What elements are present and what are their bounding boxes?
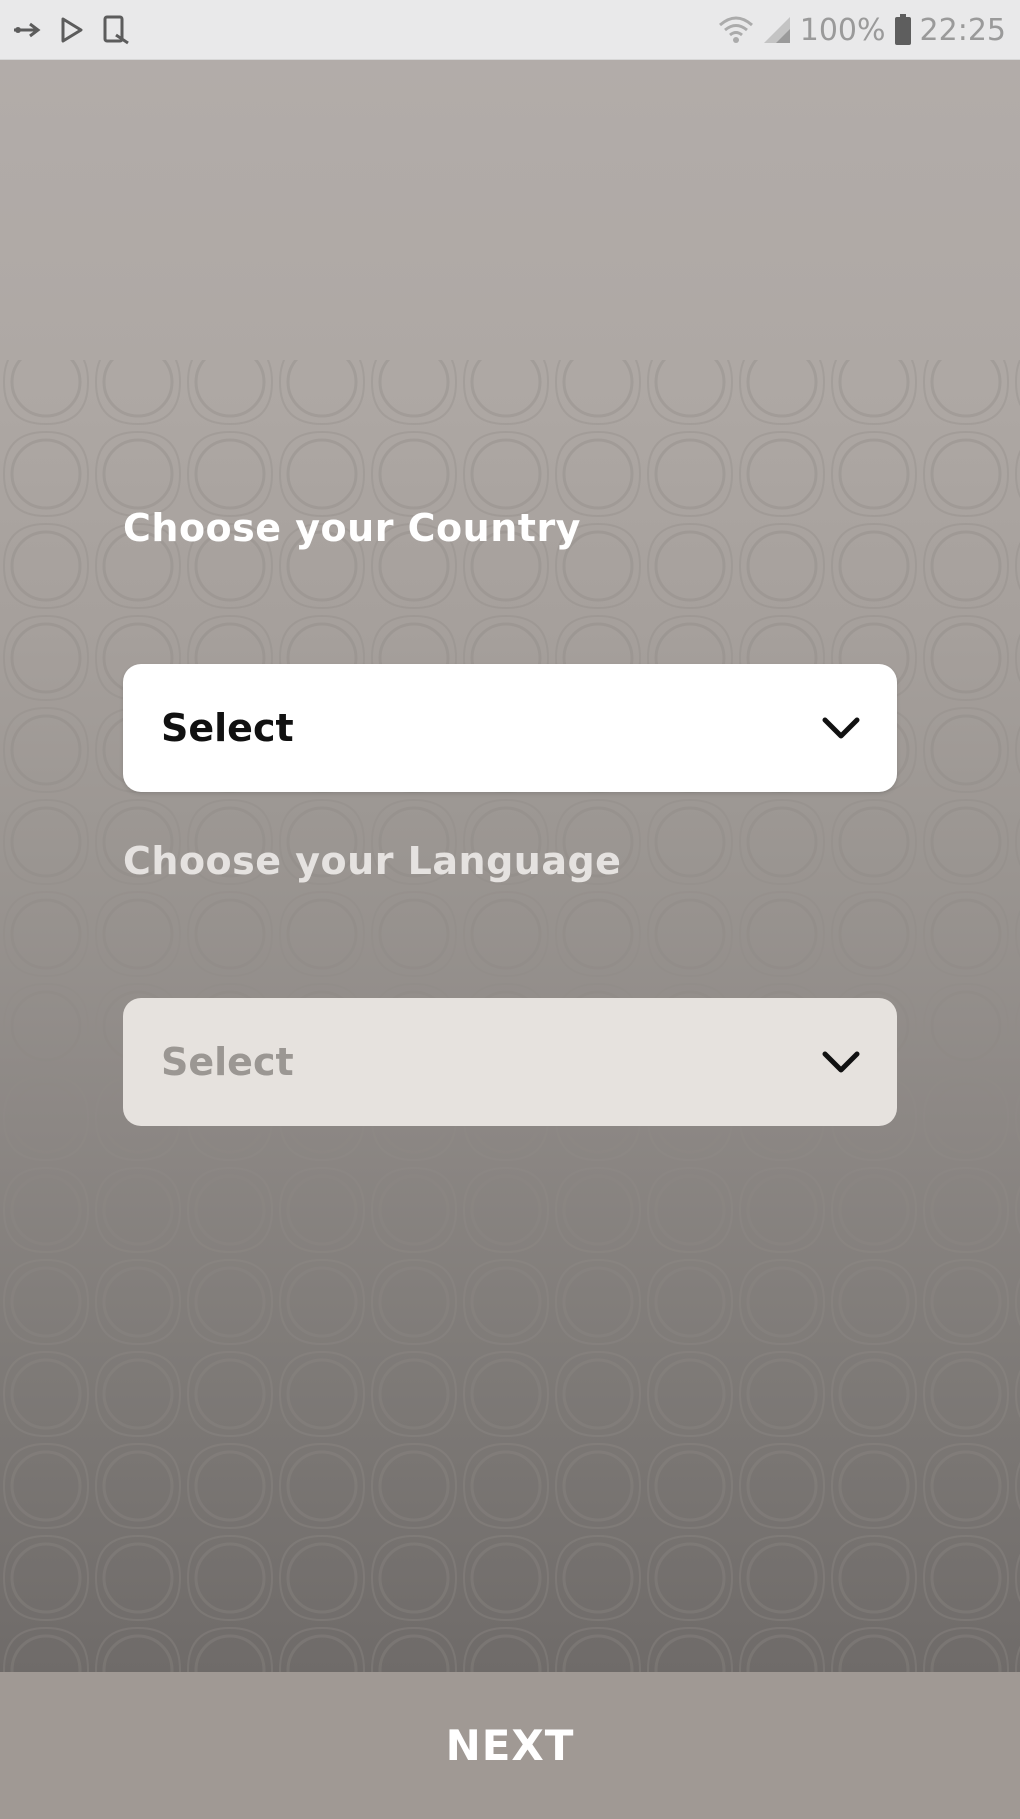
status-bar: 100% 22:25 — [0, 0, 1020, 60]
battery-percent: 100% — [799, 12, 886, 48]
play-store-icon — [60, 17, 84, 43]
country-label: Choose your Country — [123, 506, 581, 550]
signal-icon — [762, 15, 792, 45]
country-select-value: Select — [161, 706, 294, 750]
main-background: Choose your Country Select Choose your L… — [0, 60, 1020, 1672]
battery-icon — [894, 14, 912, 46]
status-notification-icons — [12, 12, 130, 48]
chevron-down-icon — [822, 717, 860, 739]
language-select-value: Select — [161, 1040, 294, 1084]
screenshot-notification-icon — [102, 15, 130, 45]
next-button[interactable]: NEXT — [0, 1672, 1020, 1819]
status-system-icons: 100% 22:25 — [718, 10, 1006, 50]
language-label: Choose your Language — [123, 839, 622, 883]
next-button-label: NEXT — [445, 1721, 575, 1770]
language-select[interactable]: Select — [123, 998, 897, 1126]
clock: 22:25 — [919, 12, 1006, 48]
wifi-icon — [718, 15, 754, 45]
usb-debug-icon — [12, 19, 42, 41]
country-select[interactable]: Select — [123, 664, 897, 792]
chevron-down-icon — [822, 1051, 860, 1073]
